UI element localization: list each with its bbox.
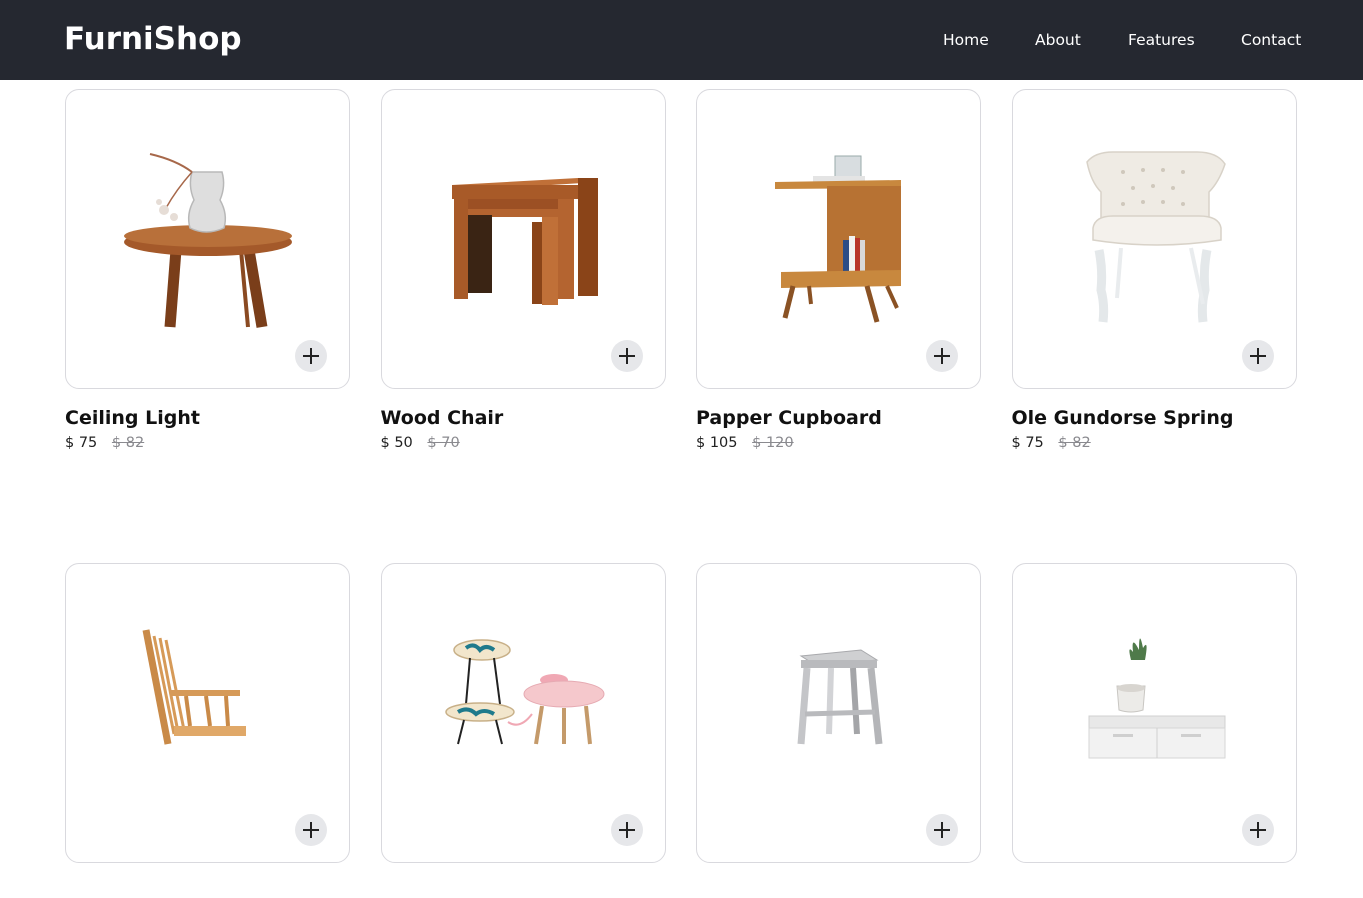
add-to-cart-button[interactable] (295, 340, 327, 372)
price-row: $ 75 $ 82 (1012, 434, 1297, 452)
product-image-frame (1011, 89, 1297, 389)
product-image-frame (696, 563, 981, 863)
product-image-frame (65, 89, 350, 389)
product-card[interactable] (380, 563, 666, 898)
plus-icon (303, 822, 319, 838)
plus-icon (618, 822, 635, 838)
price-row: $ 75 $ 82 (65, 434, 350, 452)
product-price: $ 75 (65, 435, 98, 451)
product-old-price: $ 82 (111, 435, 145, 451)
product-old-price: $ 70 (427, 435, 460, 451)
product-price: $ 50 (380, 435, 413, 451)
product-name: Papper Cupboard (696, 407, 882, 429)
plus-icon (934, 348, 950, 364)
plus-icon (1249, 822, 1266, 838)
product-name: Wood Chair (380, 407, 504, 429)
nav-about[interactable]: About (1035, 30, 1081, 50)
product-old-price: $ 120 (752, 435, 794, 451)
add-to-cart-button[interactable] (926, 814, 958, 846)
price-row (65, 880, 350, 898)
add-to-cart-button[interactable] (610, 814, 643, 846)
price-row (1012, 880, 1297, 898)
product-card[interactable]: Ceiling Light $ 75 $ 82 (65, 89, 350, 452)
add-to-cart-button[interactable] (1241, 814, 1274, 846)
nav-features[interactable]: Features (1128, 30, 1195, 50)
nav-home[interactable]: Home (943, 30, 989, 50)
product-card[interactable]: Papper Cupboard $ 105 $ 120 (696, 89, 981, 452)
nav-contact[interactable]: Contact (1241, 30, 1301, 50)
add-to-cart-button[interactable] (926, 340, 958, 372)
plus-icon (1249, 348, 1266, 364)
product-old-price: $ 82 (1058, 435, 1091, 451)
price-row (696, 880, 981, 898)
product-image-frame (380, 563, 666, 863)
product-card[interactable]: Wood Chair $ 50 $ 70 (380, 89, 666, 452)
plus-icon (934, 822, 950, 838)
product-card[interactable] (1011, 563, 1297, 898)
product-card[interactable]: Ole Gundorse Spring $ 75 $ 82 (1011, 89, 1297, 452)
product-image-frame (65, 563, 350, 863)
product-price: $ 75 (1011, 435, 1044, 451)
product-name: Ceiling Light (65, 407, 200, 429)
product-card[interactable] (65, 563, 350, 898)
price-row (381, 880, 666, 898)
product-image-frame (1011, 563, 1297, 863)
product-card[interactable] (696, 563, 981, 898)
add-to-cart-button[interactable] (1241, 340, 1274, 372)
price-row: $ 105 $ 120 (696, 434, 981, 452)
plus-icon (303, 348, 319, 364)
product-price: $ 105 (696, 435, 738, 451)
add-to-cart-button[interactable] (610, 340, 643, 372)
product-image-frame (696, 89, 981, 389)
product-grid: Ceiling Light $ 75 $ 82 Wood Chair $ 50 … (65, 89, 1297, 898)
add-to-cart-button[interactable] (295, 814, 327, 846)
product-name: Ole Gundorse Spring (1011, 407, 1234, 429)
navbar: FurniShop Home About Features Contact (0, 0, 1363, 80)
price-row: $ 50 $ 70 (381, 434, 666, 452)
brand-logo[interactable]: FurniShop (64, 19, 242, 59)
plus-icon (618, 348, 635, 364)
product-image-frame (380, 89, 666, 389)
